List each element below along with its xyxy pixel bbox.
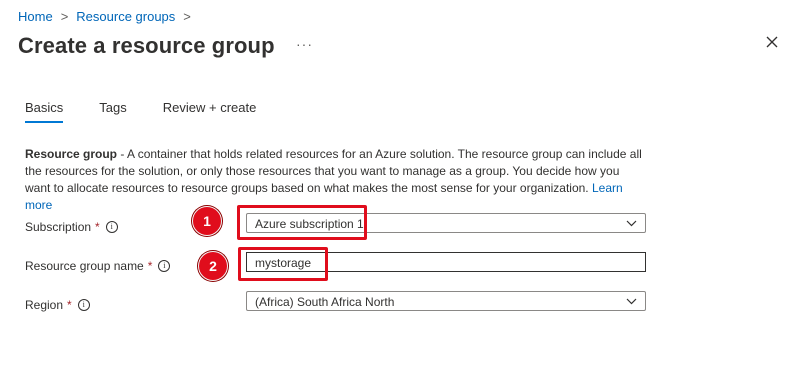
region-label: Region: [25, 298, 64, 312]
region-select[interactable]: (Africa) South Africa North: [246, 291, 646, 311]
step-badge-2: 2: [198, 251, 228, 281]
required-marker: *: [67, 298, 72, 312]
more-options-button[interactable]: ···: [296, 36, 313, 52]
breadcrumb-separator-icon: >: [183, 9, 191, 24]
subscription-label-row: Subscription * i: [25, 220, 118, 234]
tab-bar: Basics Tags Review + create: [25, 100, 292, 123]
breadcrumb-resource-groups-link[interactable]: Resource groups: [76, 9, 175, 24]
subscription-label: Subscription: [25, 220, 92, 234]
description-text: Resource group - A container that holds …: [25, 146, 645, 214]
required-marker: *: [95, 220, 100, 234]
breadcrumb-separator-icon: >: [60, 9, 69, 24]
chevron-down-icon: [626, 298, 637, 305]
highlight-box-subscription: [237, 205, 367, 240]
breadcrumb-home-link[interactable]: Home: [18, 9, 53, 24]
tab-basics[interactable]: Basics: [25, 100, 64, 123]
highlight-box-resource-group-name: [238, 247, 328, 281]
description-body: - A container that holds related resourc…: [25, 147, 642, 195]
info-icon[interactable]: i: [158, 260, 171, 272]
required-marker: *: [147, 259, 153, 273]
resource-group-name-label: Resource group name: [25, 259, 144, 273]
tab-review-create[interactable]: Review + create: [163, 100, 257, 123]
region-value: (Africa) South Africa North: [255, 295, 395, 309]
close-icon[interactable]: [762, 32, 782, 52]
page-title: Create a resource group: [18, 33, 275, 58]
resource-group-name-label-row: Resource group name * i: [25, 259, 171, 273]
tab-tags[interactable]: Tags: [99, 100, 126, 123]
info-icon[interactable]: i: [105, 221, 118, 233]
region-label-row: Region * i: [25, 298, 90, 312]
step-badge-1: 1: [192, 206, 222, 236]
info-icon[interactable]: i: [77, 299, 90, 311]
chevron-down-icon: [626, 220, 637, 227]
description-heading: Resource group: [25, 147, 118, 161]
breadcrumb: Home > Resource groups >: [18, 9, 199, 24]
